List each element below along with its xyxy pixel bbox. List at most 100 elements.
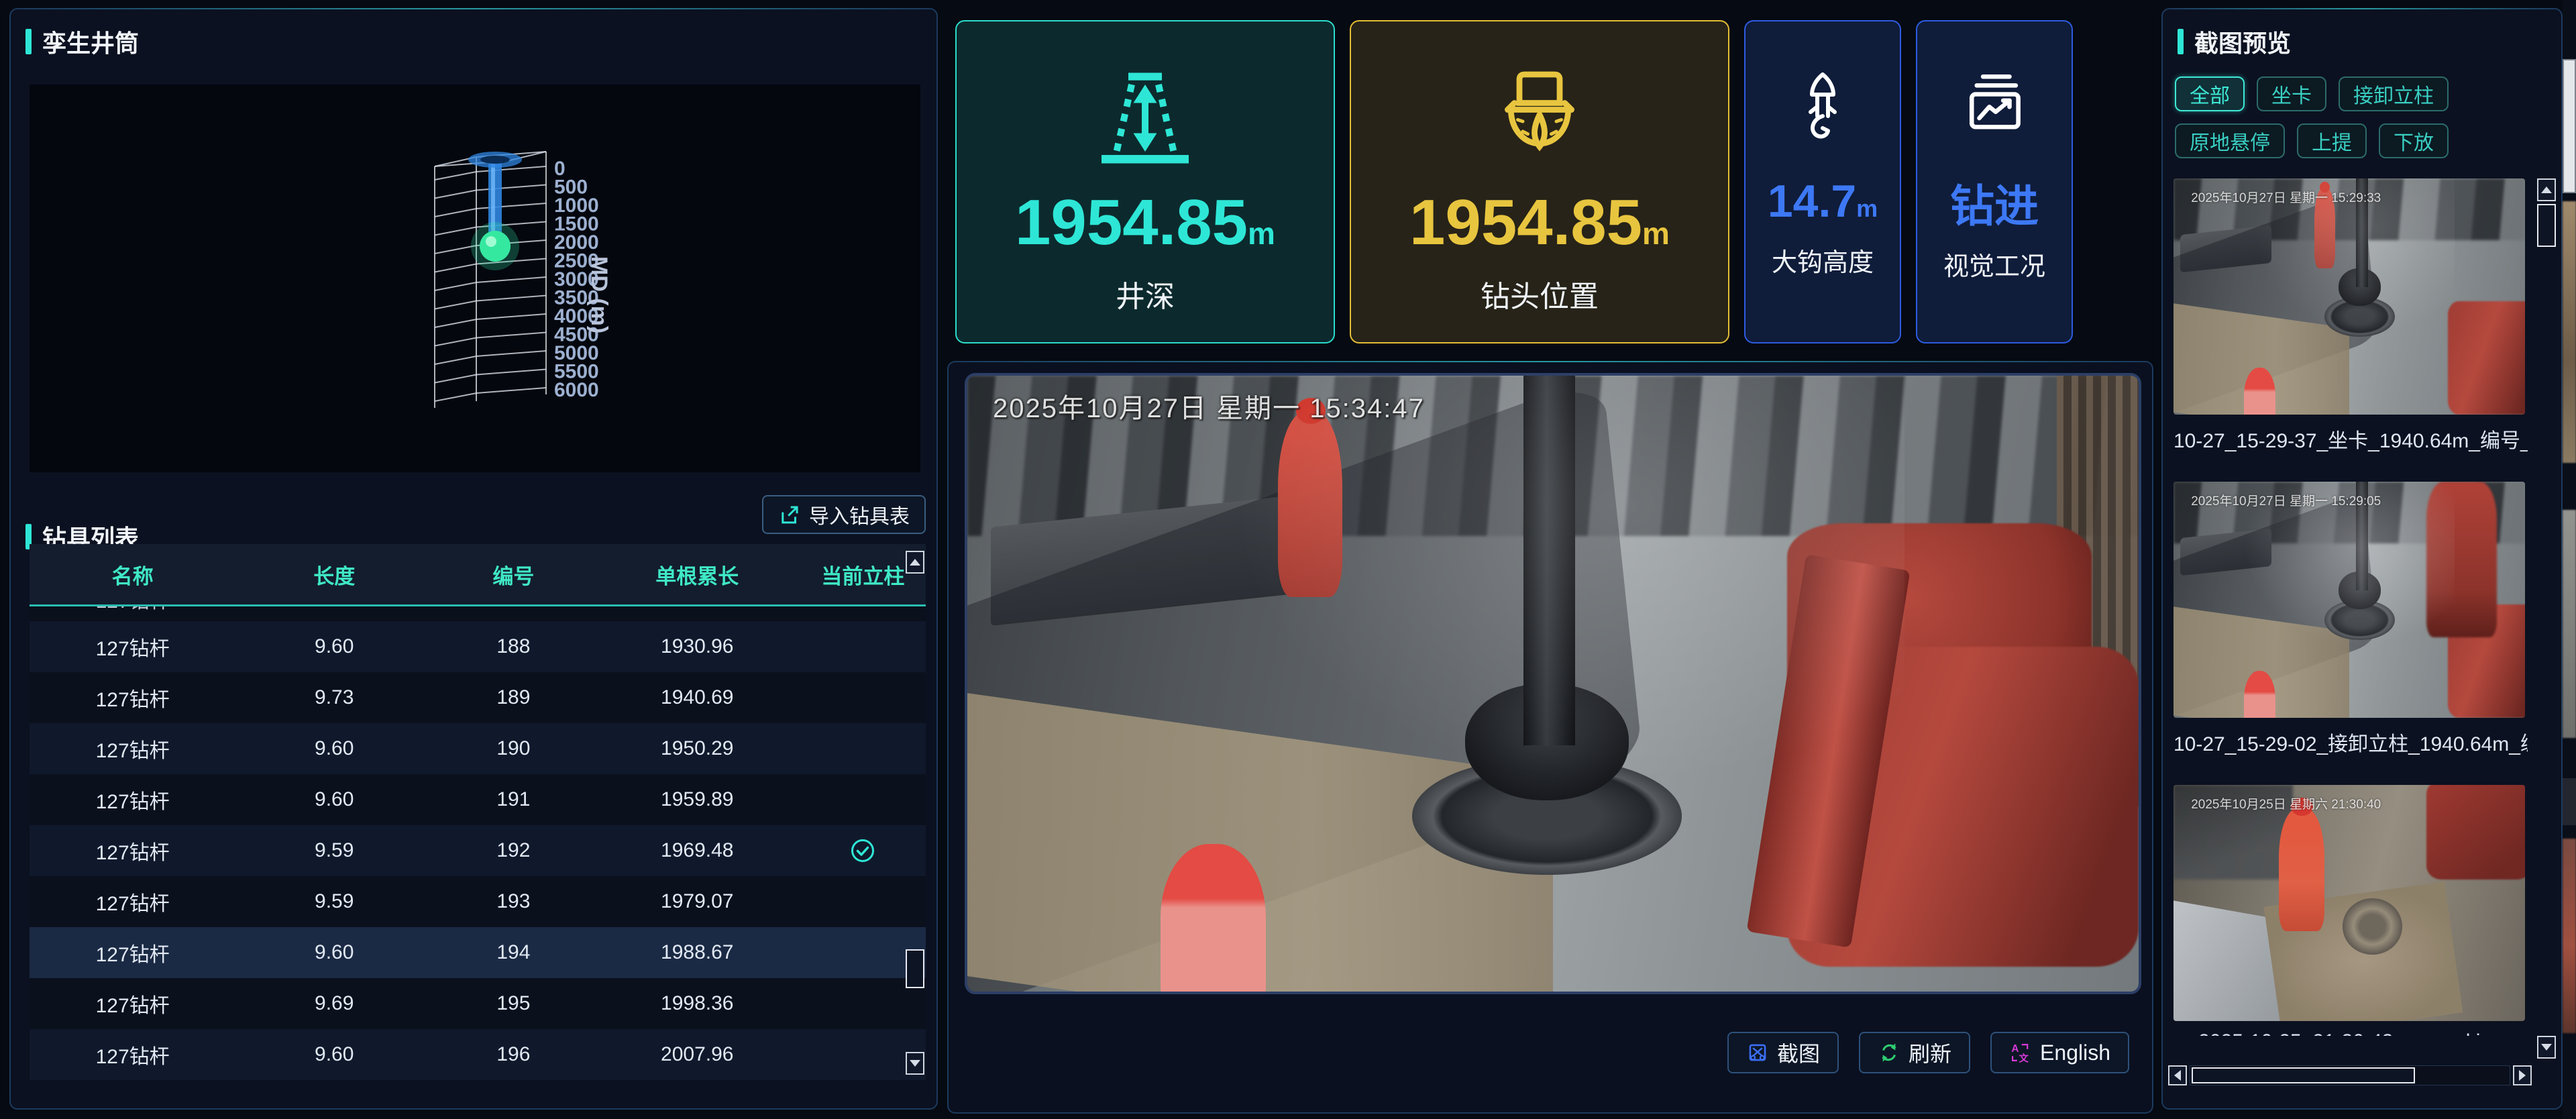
- scrollbar-thumb[interactable]: [906, 949, 924, 988]
- col-header-number: 编号: [433, 560, 594, 590]
- well-depth-value: 1954.85m: [1015, 191, 1275, 255]
- table-row[interactable]: 127钻杆 9.59 193 1979.07: [30, 876, 926, 927]
- refresh-icon: [1878, 1041, 1900, 1064]
- filter-pull-up-button[interactable]: 上提: [2297, 123, 2367, 158]
- drill-table-scrollbar[interactable]: [906, 551, 924, 1075]
- cutoff-gap: [2563, 778, 2576, 825]
- filter-slip-set-button[interactable]: 坐卡: [2257, 76, 2326, 111]
- filter-hover-button[interactable]: 原地悬停: [2175, 123, 2285, 158]
- row-number: 196: [433, 1043, 594, 1066]
- filter-all-button[interactable]: 全部: [2175, 76, 2245, 111]
- row-cumulative: 1988.67: [594, 941, 800, 964]
- row-number: 188: [433, 635, 594, 658]
- row-name: 127钻杆: [30, 836, 235, 865]
- screenshot-item: 2025年10月27日 星期一 15:29:33 10-27_15-29-37_…: [2174, 178, 2528, 454]
- thumbnail-timestamp-overlay: 2025年10月27日 星期一 15:29:33: [2191, 188, 2381, 206]
- filter-stand-connect-button[interactable]: 接卸立柱: [2339, 76, 2449, 111]
- wellbore-top-hole: [480, 156, 510, 164]
- title-accent-bar: [2178, 29, 2184, 54]
- video-panel: 2025年10月27日 星期一 15:34:47 截图: [947, 361, 2153, 1114]
- import-drill-table-button[interactable]: 导入钻具表: [762, 495, 926, 534]
- row-number: 195: [433, 992, 594, 1015]
- row-number: 193: [433, 890, 594, 913]
- wellbore-3d-canvas: 0500100015002000250030003500400045005000…: [30, 85, 920, 472]
- svg-text:文: 文: [2019, 1053, 2029, 1064]
- wellbore-3d-view[interactable]: 0500100015002000250030003500400045005000…: [30, 85, 920, 472]
- row-name: 127钻杆: [30, 938, 235, 967]
- language-toggle-button[interactable]: A 文 English: [1990, 1032, 2129, 1073]
- drill-table: 名称 长度 编号 单根累长 当前立柱 127钻杆 9.60 187 1921.3…: [30, 544, 926, 1079]
- bit-position-marker: [480, 231, 511, 262]
- thumbnail-scene: [2174, 482, 2525, 718]
- table-row[interactable]: 127钻杆 9.60 188 1930.96: [30, 621, 926, 672]
- thumbnail-timestamp-overlay: 2025年10月27日 星期一 15:29:05: [2191, 491, 2381, 509]
- table-row[interactable]: 127钻杆 9.60 191 1959.89: [30, 774, 926, 825]
- table-row[interactable]: 127钻杆 9.60 190 1950.29: [30, 723, 926, 774]
- horizontal-scrollbar-thumb[interactable]: [2192, 1067, 2415, 1083]
- refresh-button[interactable]: 刷新: [1859, 1032, 1970, 1073]
- row-length: 9.60: [235, 635, 433, 658]
- horizontal-scroll-track[interactable]: [2190, 1065, 2510, 1085]
- row-length: 9.60: [235, 1043, 433, 1066]
- table-row[interactable]: 127钻杆 9.69 195 1998.36: [30, 978, 926, 1029]
- down-arrow-icon: [910, 1060, 920, 1067]
- current-stand-check-icon: [849, 837, 876, 864]
- scroll-right-button[interactable]: [2513, 1065, 2532, 1085]
- row-length: 9.60: [235, 788, 433, 811]
- scene-haze: [1201, 376, 1904, 807]
- up-arrow-icon: [910, 559, 920, 566]
- row-length: 9.60: [235, 737, 433, 760]
- table-row[interactable]: 127钻杆 9.60 194 1988.67: [30, 927, 926, 978]
- video-toolbar: 截图 刷新 A 文 English: [1727, 1032, 2129, 1073]
- row-cumulative: 1969.48: [594, 839, 800, 862]
- scroll-down-button[interactable]: [2537, 1036, 2556, 1059]
- row-name: 127钻杆: [30, 606, 235, 614]
- screenshot-thumbnail[interactable]: 2025年10月27日 星期一 15:29:05: [2174, 482, 2525, 718]
- row-number: 187: [433, 606, 594, 610]
- import-button-label: 导入钻具表: [809, 500, 910, 529]
- import-icon: [778, 503, 801, 526]
- row-name: 127钻杆: [30, 734, 235, 763]
- cutoff-scrollbar-fragment: [2563, 59, 2576, 193]
- row-length: 9.73: [235, 686, 433, 709]
- table-row[interactable]: 127钻杆 9.59 192 1969.48: [30, 825, 926, 876]
- screenshot-icon: [1746, 1041, 1769, 1064]
- thumbnail-scene: [2174, 178, 2525, 415]
- row-cumulative: 2007.96: [594, 1043, 800, 1066]
- row-name: 127钻杆: [30, 683, 235, 712]
- preview-vertical-scrollbar[interactable]: [2537, 178, 2556, 1059]
- hook-icon: [1782, 59, 1863, 160]
- row-number: 192: [433, 839, 594, 862]
- up-arrow-icon: [2541, 186, 2552, 193]
- scroll-down-button[interactable]: [906, 1052, 924, 1075]
- filter-lower-button[interactable]: 下放: [2379, 123, 2449, 158]
- bit-marker-shine: [486, 236, 496, 247]
- scroll-up-button[interactable]: [906, 551, 924, 574]
- refresh-button-label: 刷新: [1909, 1037, 1951, 1068]
- screenshot-caption: 2025-10-25_21-30-43_manual.jpg: [2174, 1030, 2528, 1036]
- drill-table-body: 127钻杆 9.60 187 1921.36 127钻杆 9.60 188 19…: [30, 606, 926, 1080]
- cutoff-thumbnail-fragment: [2563, 839, 2576, 1033]
- hook-height-value: 14.7m: [1768, 178, 1878, 224]
- drill-table-header-row: 名称 长度 编号 单根累长 当前立柱: [30, 544, 926, 606]
- screenshot-caption: 10-27_15-29-37_坐卡_1940.64m_编号_1: [2174, 424, 2528, 454]
- table-row[interactable]: 127钻杆 9.60 196 2007.96: [30, 1029, 926, 1080]
- screenshot-thumbnail[interactable]: 2025年10月27日 星期一 15:29:33: [2174, 178, 2525, 415]
- row-cumulative: 1979.07: [594, 890, 800, 913]
- col-header-name: 名称: [30, 560, 235, 590]
- scroll-left-button[interactable]: [2168, 1065, 2187, 1085]
- scrollbar-thumb[interactable]: [2537, 204, 2556, 247]
- table-row[interactable]: 127钻杆 9.60 187 1921.36: [30, 606, 926, 621]
- svg-text:6000: 6000: [554, 379, 599, 401]
- screenshot-preview-title-text: 截图预览: [2194, 24, 2291, 59]
- screenshot-button[interactable]: 截图: [1727, 1032, 1839, 1073]
- drill-bit-icon: [1489, 64, 1590, 172]
- wellbore-panel-title-text: 孪生井筒: [42, 24, 139, 59]
- visual-condition-card: 钻进 视觉工况: [1916, 20, 2073, 343]
- scroll-up-button[interactable]: [2537, 178, 2556, 201]
- live-video-frame[interactable]: 2025年10月27日 星期一 15:34:47: [965, 373, 2141, 994]
- screenshot-thumbnail[interactable]: 2025年10月25日 星期六 21:30:40: [2174, 785, 2525, 1021]
- preview-horizontal-scrollbar[interactable]: [2168, 1065, 2532, 1085]
- row-length: 9.60: [235, 606, 433, 610]
- table-row[interactable]: 127钻杆 9.73 189 1940.69: [30, 672, 926, 723]
